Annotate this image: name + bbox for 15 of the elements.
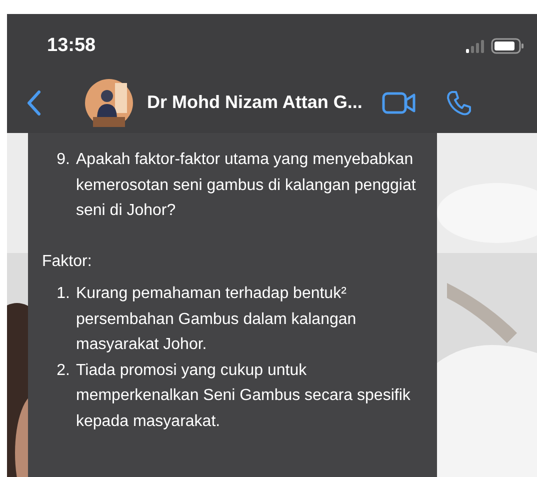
- avatar[interactable]: [85, 78, 133, 126]
- status-time: 13:58: [47, 35, 96, 57]
- back-icon[interactable]: [27, 90, 41, 116]
- list-number: 2.: [56, 360, 71, 380]
- signal-icon: [465, 39, 485, 53]
- contact-name[interactable]: Dr Mohd Nizam Attan G...: [147, 92, 362, 113]
- question-text: Apakah faktor-faktor utama yang menyebabkan kemerosotan seni gambus di kalangan penggiat seni di Johor?: [76, 150, 417, 221]
- list-item-text: Kurang pemahaman terhadap bentuk² persembahan Gambus dalam kalangan masyarakat Johor.: [76, 284, 358, 355]
- message-heading: Faktor:: [42, 252, 93, 272]
- video-call-icon[interactable]: [382, 92, 416, 114]
- list-number: 9.: [56, 150, 71, 170]
- list-item-text: Tiada promosi yang cukup untuk memperkenalkan Seni Gambus secara spesifik kepada masyarakat.: [76, 360, 412, 432]
- phone-icon[interactable]: [446, 90, 472, 116]
- list-number: 1.: [56, 284, 71, 304]
- battery-icon: [491, 38, 525, 54]
